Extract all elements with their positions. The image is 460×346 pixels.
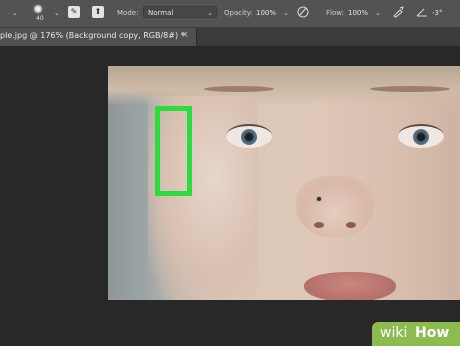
nose-piercing bbox=[316, 196, 322, 202]
angle-value[interactable]: -3° bbox=[432, 9, 442, 17]
airbrush-icon[interactable] bbox=[392, 6, 404, 18]
highlight-annotation-box bbox=[155, 106, 192, 196]
opacity-label: Opacity: bbox=[224, 9, 253, 17]
right-nostril bbox=[346, 222, 356, 228]
angle-icon[interactable] bbox=[416, 6, 428, 18]
flow-value[interactable]: 100% bbox=[348, 9, 368, 17]
mode-dropdown[interactable]: Normal ⌄ bbox=[143, 6, 217, 18]
mode-label: Mode: bbox=[117, 9, 139, 17]
left-eyebrow bbox=[204, 86, 274, 92]
lips bbox=[304, 272, 396, 300]
tool-preset-dropdown-icon[interactable]: ⌄ bbox=[12, 9, 18, 17]
right-iris bbox=[413, 129, 429, 145]
mode-value: Normal bbox=[148, 9, 174, 17]
brush-picker-chevron-icon[interactable]: ⌄ bbox=[54, 9, 60, 17]
flow-label: Flow: bbox=[326, 9, 344, 17]
left-iris bbox=[241, 129, 257, 145]
pen-pressure-opacity-icon[interactable] bbox=[297, 6, 309, 18]
options-bar: ⌄ 40 ⌄ ✎ ⬆ Mode: Normal ⌄ Opacity: 100% … bbox=[0, 0, 460, 28]
brush-panel-icon[interactable]: ⬆ bbox=[92, 6, 104, 18]
watermark-wiki-text: wiki bbox=[380, 325, 408, 341]
document-tab-title: ple.jpg @ 176% (Background copy, RGB/8#)… bbox=[0, 31, 185, 40]
left-nostril bbox=[314, 222, 324, 228]
left-eye bbox=[226, 124, 272, 148]
brush-preview-icon[interactable] bbox=[33, 4, 43, 14]
brush-settings-icon[interactable]: ✎ bbox=[68, 6, 80, 18]
chevron-down-icon: ⌄ bbox=[207, 9, 213, 17]
right-eye bbox=[398, 124, 444, 148]
opacity-value[interactable]: 100% bbox=[256, 9, 276, 17]
document-tab-bar: ple.jpg @ 176% (Background copy, RGB/8#)… bbox=[0, 28, 460, 46]
watermark-how-text: How bbox=[415, 325, 450, 341]
brush-size-value: 40 bbox=[36, 15, 44, 22]
opacity-chevron-icon[interactable]: ⌄ bbox=[283, 9, 289, 17]
right-eyebrow bbox=[370, 86, 450, 92]
flow-chevron-icon[interactable]: ⌄ bbox=[375, 9, 381, 17]
close-icon[interactable]: × bbox=[181, 30, 189, 40]
nose bbox=[296, 176, 374, 238]
document-tab[interactable]: ple.jpg @ 176% (Background copy, RGB/8#)… bbox=[0, 28, 197, 46]
